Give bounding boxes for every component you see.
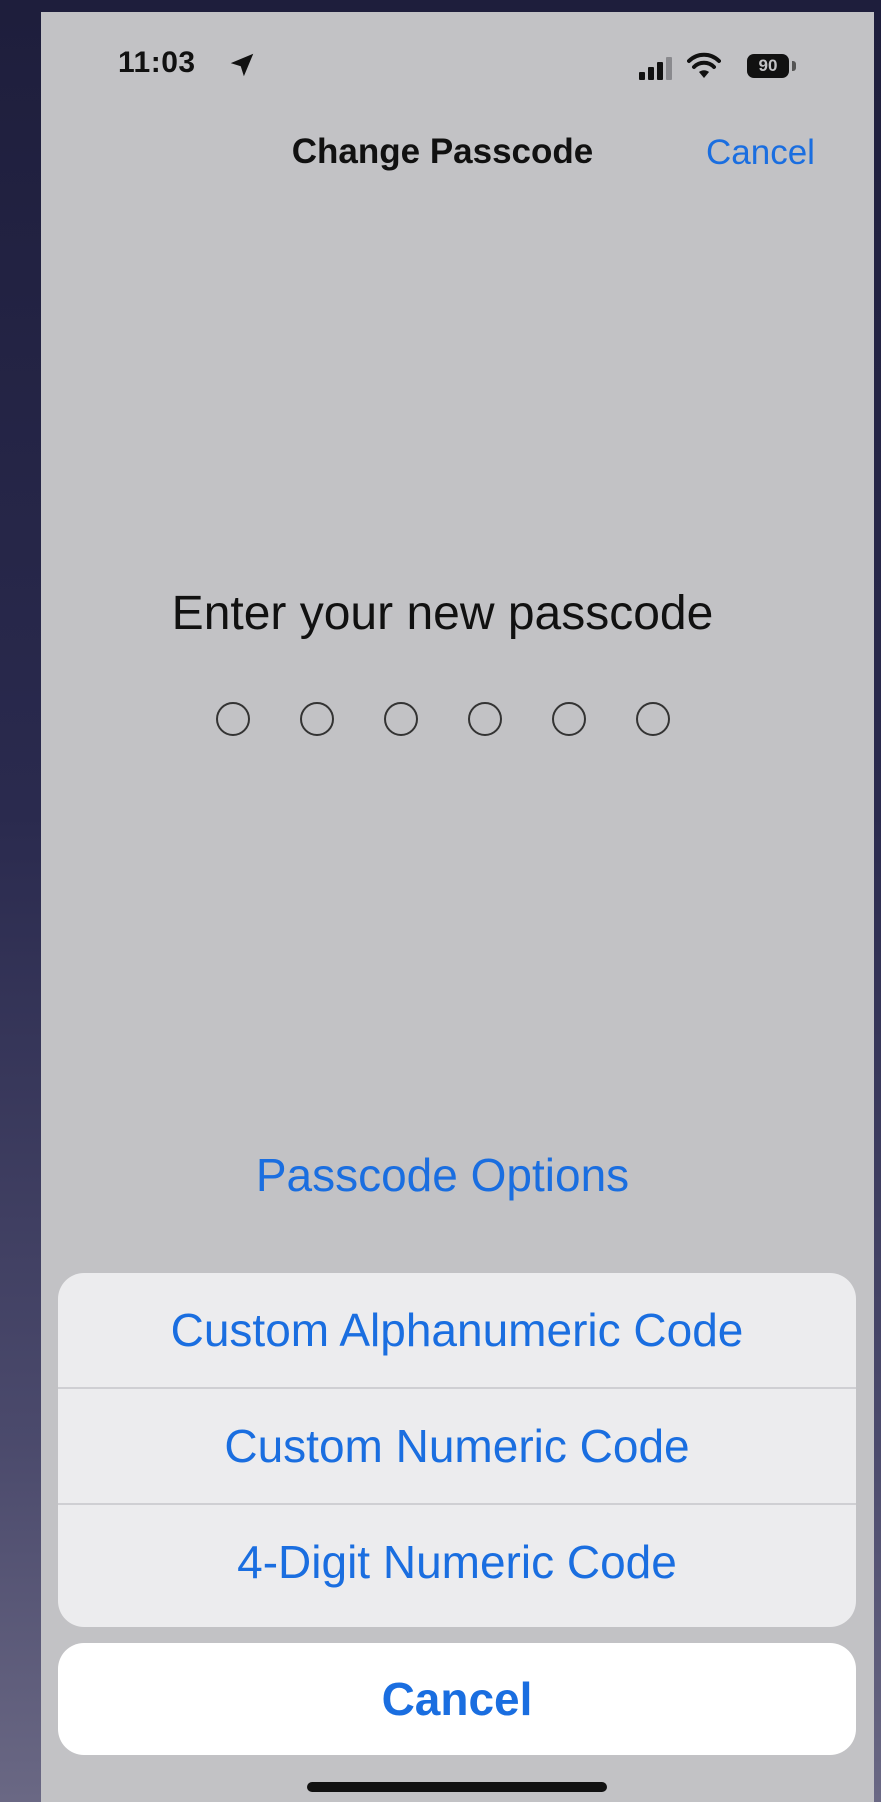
passcode-dot [215,702,250,736]
wifi-icon [687,52,721,78]
battery-nub [792,61,796,71]
sheet-cancel-button[interactable]: Cancel [58,1643,856,1755]
passcode-dot [467,702,502,736]
option-custom-numeric[interactable]: Custom Numeric Code [58,1389,856,1505]
passcode-dot [299,702,334,736]
passcode-dot [551,702,586,736]
location-arrow-icon [230,53,254,77]
status-time: 11:03 [118,46,196,79]
cellular-signal-icon [639,57,672,80]
passcode-dots [41,702,874,736]
passcode-dot [383,702,418,736]
option-custom-alphanumeric[interactable]: Custom Alphanumeric Code [58,1273,856,1389]
passcode-prompt: Enter your new passcode [171,587,714,640]
passcode-options-sheet: Custom Alphanumeric Code Custom Numeric … [58,1273,856,1627]
home-indicator [307,1782,607,1792]
battery-icon: 90 [747,54,789,78]
option-4-digit-numeric[interactable]: 4-Digit Numeric Code [58,1505,856,1619]
status-bar: 11:03 90 [41,12,874,112]
nav-cancel-button[interactable]: Cancel [706,133,815,173]
passcode-options-button[interactable]: Passcode Options [41,1148,874,1202]
phone-screen: 11:03 90 Change Passcode Cancel Enter yo… [41,12,874,1802]
passcode-dot [635,702,670,736]
